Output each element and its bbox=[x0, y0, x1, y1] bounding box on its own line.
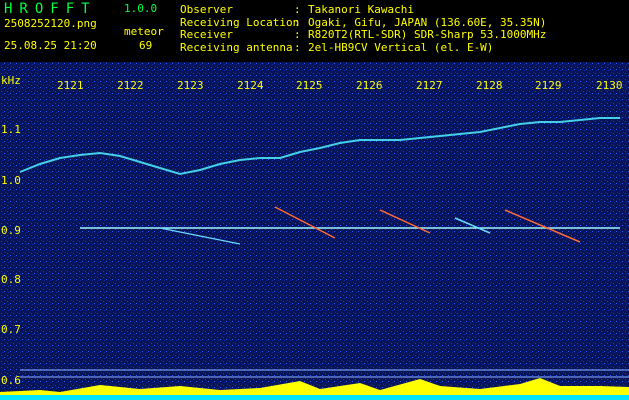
spectrogram bbox=[0, 62, 629, 400]
file-name: 2508252120.png bbox=[4, 17, 97, 30]
y-tick-label: 0.8 bbox=[1, 273, 21, 286]
y-tick-label: 0.9 bbox=[1, 224, 21, 237]
date-time: 25.08.25 21:20 bbox=[4, 39, 97, 52]
time-tick-label: 2124 bbox=[237, 79, 264, 92]
info-label: Receiver bbox=[180, 28, 233, 41]
time-tick-label: 2128 bbox=[476, 79, 503, 92]
y-tick-label: 0.6 bbox=[1, 374, 21, 387]
info-row-receiver: Receiver: R820T2(RTL-SDR) SDR-Sharp 53.10… bbox=[180, 28, 547, 41]
info-value: 2el-HB9CV Vertical (el. E-W) bbox=[308, 40, 494, 54]
meteor-count: 69 bbox=[139, 39, 153, 52]
info-row-observer: Observer: Takanori Kawachi bbox=[180, 3, 414, 16]
app-version: 1.0.0 bbox=[124, 2, 158, 15]
info-label: Receiving antenna bbox=[180, 40, 293, 54]
time-tick-label: 2129 bbox=[535, 79, 562, 92]
axis-unit: kHz bbox=[1, 74, 21, 87]
meteor-label: meteor bbox=[124, 25, 164, 38]
time-tick-label: 2130 bbox=[596, 79, 623, 92]
info-row-antenna: Receiving antenna:2el-HB9CV Vertical (el… bbox=[180, 40, 494, 54]
y-tick-label: 1.1 bbox=[1, 123, 21, 136]
y-tick-label: 1.0 bbox=[1, 174, 21, 187]
app-brand: HROFFT bbox=[4, 1, 97, 17]
time-tick-label: 2121 bbox=[57, 79, 84, 92]
y-tick-label: 0.7 bbox=[1, 323, 21, 336]
time-tick-label: 2123 bbox=[177, 79, 204, 92]
time-tick-label: 2127 bbox=[416, 79, 443, 92]
noise-background bbox=[0, 62, 629, 400]
station-info: Observer: Takanori Kawachi Receiving Loca… bbox=[180, 3, 547, 54]
time-tick-label: 2126 bbox=[356, 79, 383, 92]
info-value: R820T2(RTL-SDR) SDR-Sharp 53.1000MHz bbox=[308, 28, 547, 41]
time-tick-label: 2125 bbox=[296, 79, 323, 92]
header-panel: HROFFT 1.0.0 2508252120.png meteor 25.08… bbox=[0, 0, 629, 62]
time-tick-label: 2122 bbox=[117, 79, 144, 92]
info-label: Observer bbox=[180, 3, 233, 16]
power-histogram-baseline bbox=[0, 395, 629, 400]
info-value: Takanori Kawachi bbox=[308, 3, 414, 16]
